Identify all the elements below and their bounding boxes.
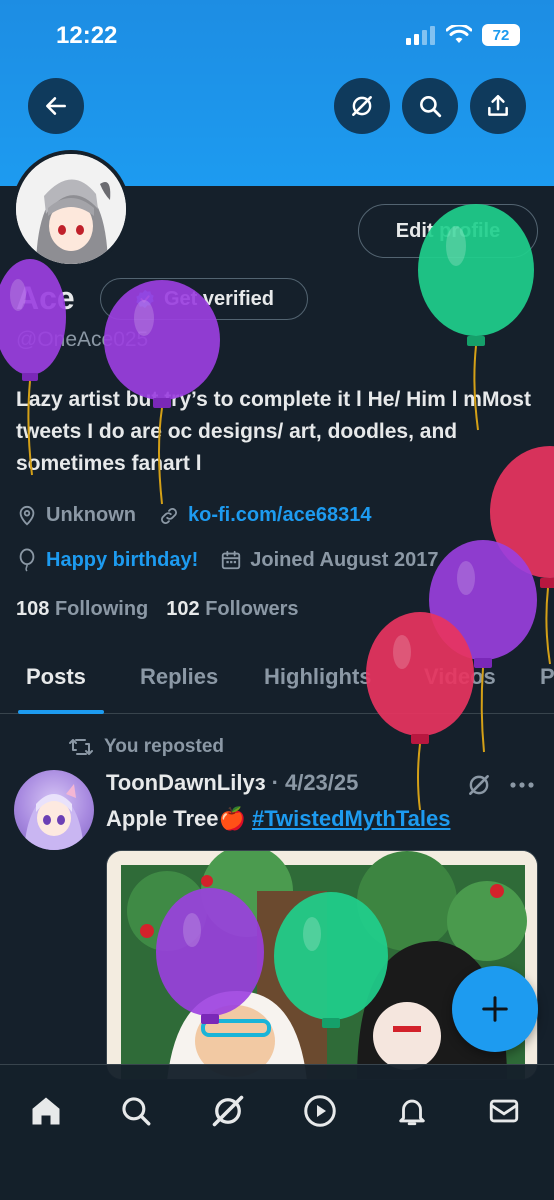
profile-meta-row-2: Happy birthday! Joined August 2017 (16, 548, 460, 572)
grok-icon (352, 96, 372, 116)
arrow-left-icon (46, 97, 66, 115)
search-button[interactable] (402, 78, 458, 134)
followers-label: Followers (205, 598, 299, 620)
post-author-name[interactable]: ToonDawnLilyз (106, 770, 266, 796)
nav-video[interactable] (300, 1091, 340, 1131)
search-icon (122, 1097, 151, 1126)
video-icon (304, 1095, 336, 1127)
post-body-text: Apple Tree🍎 (106, 806, 246, 831)
grok-icon (212, 1095, 244, 1127)
plus-icon (482, 996, 508, 1022)
tab-more[interactable]: P (540, 664, 554, 690)
following-stat[interactable]: 108 Following (16, 598, 148, 621)
nav-search[interactable] (116, 1091, 156, 1131)
nav-messages[interactable] (484, 1091, 524, 1131)
status-icons: 72 (406, 24, 520, 46)
balloon-decoration (418, 204, 534, 431)
tab-highlights[interactable]: Highlights (264, 664, 372, 690)
share-icon (488, 95, 508, 116)
mail-icon (489, 1099, 519, 1123)
share-button[interactable] (470, 78, 526, 134)
post-date[interactable]: 4/23/25 (285, 770, 358, 796)
post-more-button[interactable] (508, 774, 536, 801)
grok-button[interactable] (334, 78, 390, 134)
followers-count: 102 (166, 598, 200, 620)
more-icon (510, 782, 534, 788)
post-author-avatar[interactable] (14, 770, 94, 850)
birthday-text: Happy birthday! (46, 548, 199, 571)
search-icon (420, 96, 442, 118)
joined-item: Joined August 2017 (220, 549, 438, 572)
active-tab-indicator (18, 710, 104, 714)
nav-notifications[interactable] (392, 1091, 432, 1131)
nav-grok[interactable] (208, 1091, 248, 1131)
profile-avatar[interactable] (12, 150, 130, 268)
repost-indicator: You reposted (68, 736, 224, 758)
compose-button[interactable] (452, 966, 538, 1052)
status-bar: 12:22 72 (0, 0, 554, 70)
calendar-icon (222, 550, 241, 570)
battery-indicator: 72 (482, 24, 520, 46)
balloon-decoration (104, 280, 220, 505)
signal-icon (406, 26, 435, 45)
bottom-navigation (0, 1064, 554, 1200)
nav-home[interactable] (26, 1091, 66, 1131)
location-pin-icon (19, 505, 35, 526)
repost-icon (69, 739, 93, 755)
tab-replies[interactable]: Replies (140, 664, 218, 690)
avatar-image (16, 154, 126, 264)
home-icon (32, 1097, 60, 1125)
joined-text: Joined August 2017 (250, 548, 439, 571)
following-label: Following (54, 598, 149, 620)
follow-stats: 108 Following 102 Followers (16, 598, 299, 621)
birthday-item: Happy birthday! (16, 548, 198, 572)
post-avatar-image (24, 784, 84, 850)
balloon-decoration (156, 888, 264, 1024)
following-count: 108 (16, 598, 50, 620)
status-time: 12:22 (56, 22, 118, 49)
post-header: ToonDawnLilyз · 4/23/25 (106, 770, 358, 796)
wifi-icon (446, 25, 472, 43)
followers-stat[interactable]: 102 Followers (166, 598, 298, 621)
back-button[interactable] (28, 78, 84, 134)
tab-posts[interactable]: Posts (26, 664, 86, 690)
balloon-icon (19, 548, 35, 572)
bell-icon (399, 1099, 425, 1126)
balloon-decoration (366, 612, 474, 811)
repost-text: You reposted (104, 736, 224, 757)
balloon-decoration (274, 892, 388, 1028)
post-separator: · (271, 770, 279, 795)
balloon-decoration (0, 259, 66, 476)
